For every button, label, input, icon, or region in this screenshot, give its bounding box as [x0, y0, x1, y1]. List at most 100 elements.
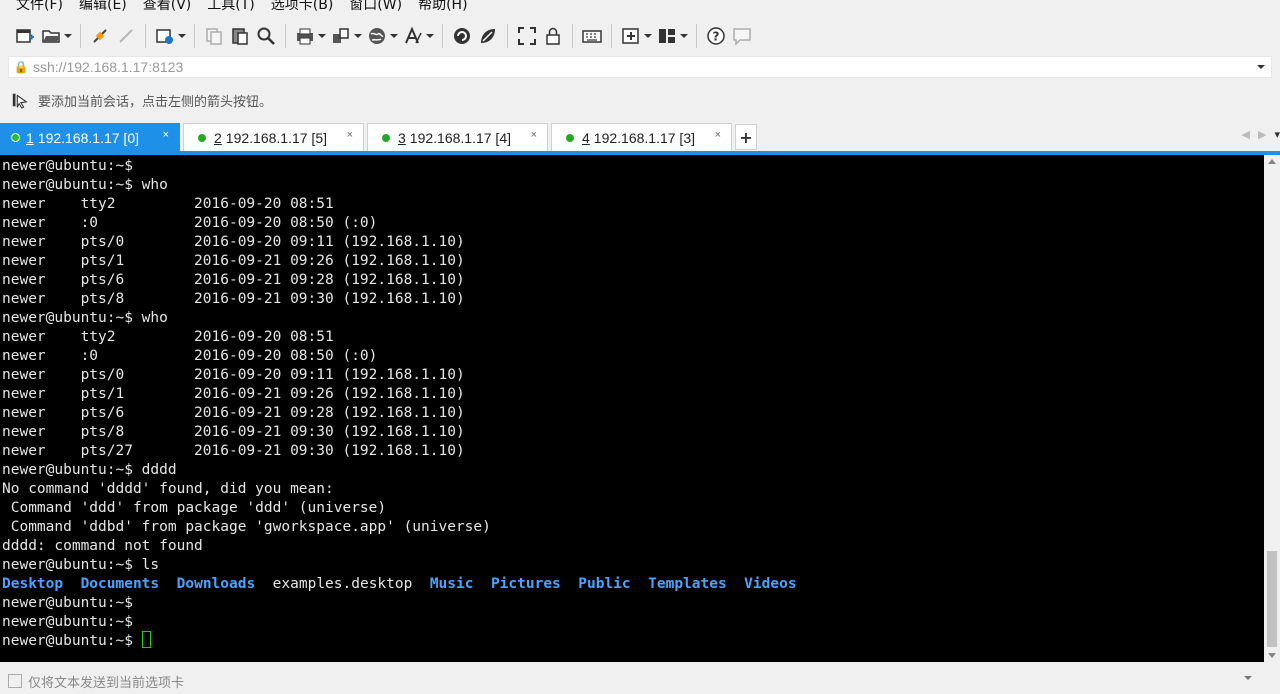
find-button[interactable] — [253, 23, 279, 49]
directory-entry: Downloads — [176, 576, 256, 592]
tab-scroll-left-icon[interactable]: ◀ — [1242, 128, 1250, 141]
connected-status-icon — [198, 133, 206, 142]
terminal-scrollbar[interactable] — [1264, 155, 1280, 662]
terminal-line: newer pts/8 2016-09-21 09:30 (192.168.1.… — [2, 424, 465, 440]
terminal-line: newer pts/0 2016-09-20 09:11 (192.168.1.… — [2, 367, 465, 383]
paste-icon — [232, 28, 248, 45]
add-session-arrow-icon[interactable] — [8, 90, 32, 110]
menu-item[interactable]: 工具(T) — [199, 0, 262, 13]
font-button[interactable] — [400, 23, 436, 49]
globe-button[interactable] — [364, 23, 400, 49]
toolbar-separator — [145, 24, 146, 48]
session-tabs: 1 192.168.1.17 [0] × 2 192.168.1.17 [5] × 3 192… — [0, 122, 1280, 152]
terminal-output[interactable]: newer@ubuntu:~$ newer@ubuntu:~$ who newer … — [0, 155, 1264, 662]
search-icon — [257, 27, 275, 45]
copy-icon — [206, 28, 222, 45]
print-button[interactable] — [292, 23, 328, 49]
transfer-icon — [333, 28, 349, 43]
layout-button[interactable] — [654, 23, 690, 49]
scroll-down-icon[interactable] — [1268, 653, 1276, 658]
help-button[interactable]: ? — [703, 23, 729, 49]
terminal-line: Command 'ddd' from package 'ddd' (univer… — [2, 500, 387, 516]
directory-entry: Videos — [744, 576, 797, 592]
menu-bar: 文件(F) 编辑(E) 查看(V) 工具(T) 选项卡(B) 窗口(W) 帮助(H) — [0, 0, 1280, 13]
scrollbar-thumb[interactable] — [1267, 551, 1277, 647]
fullscreen-button[interactable] — [514, 23, 540, 49]
disconnect-button[interactable] — [113, 23, 139, 49]
terminal-line: newer@ubuntu:~$ — [2, 595, 133, 611]
menu-item[interactable]: 编辑(E) — [71, 0, 135, 13]
close-tab-icon[interactable]: × — [715, 129, 721, 141]
help-icon: ? — [707, 27, 725, 45]
address-bar[interactable]: 🔒 ssh://192.168.1.17:8123 — [8, 56, 1272, 78]
keyboard-icon — [582, 30, 602, 43]
add-tab-button[interactable] — [618, 23, 654, 49]
paste-button[interactable] — [227, 23, 253, 49]
xftp-button[interactable] — [475, 23, 501, 49]
compose-dropdown-icon[interactable] — [1244, 676, 1252, 680]
folder-open-icon — [42, 30, 60, 43]
directory-entry: Pictures — [490, 576, 561, 592]
terminal-line: newer@ubuntu:~$ who — [2, 310, 168, 326]
session-tab[interactable]: 2 192.168.1.17 [5] × — [183, 123, 364, 151]
address-url[interactable]: ssh://192.168.1.17:8123 — [33, 59, 1251, 75]
terminal-line: newer pts/1 2016-09-21 09:26 (192.168.1.… — [2, 386, 465, 402]
tab-scroll-right-icon[interactable]: ▶ — [1258, 128, 1266, 141]
terminal-line: newer@ubuntu:~$ — [2, 614, 133, 630]
address-dropdown-button[interactable] — [1251, 57, 1271, 77]
session-tab[interactable]: 3 192.168.1.17 [4] × — [367, 123, 548, 151]
menu-item[interactable]: 帮助(H) — [410, 0, 475, 13]
toolbar: ? — [0, 16, 1280, 56]
new-session-icon — [16, 29, 34, 43]
chat-button[interactable] — [729, 23, 755, 49]
new-tab-button[interactable]: + — [735, 124, 757, 150]
terminal-prompt-line[interactable]: newer@ubuntu:~$ — [2, 631, 1264, 651]
font-icon — [405, 26, 422, 44]
session-tab[interactable]: 4 192.168.1.17 [3] × — [551, 123, 732, 151]
text-cursor — [141, 631, 151, 648]
toolbar-separator — [194, 24, 195, 48]
connected-status-icon — [382, 133, 390, 142]
terminal-line: newer pts/0 2016-09-20 09:11 (192.168.1.… — [2, 234, 465, 250]
directory-entry: Public — [578, 576, 631, 592]
terminal-line: newer :0 2016-09-20 08:50 (:0) — [2, 215, 378, 231]
terminal-line: newer pts/8 2016-09-21 09:30 (192.168.1.… — [2, 291, 465, 307]
menu-item[interactable]: 选项卡(B) — [263, 0, 342, 13]
copy-button[interactable] — [201, 23, 227, 49]
keyboard-button[interactable] — [579, 23, 605, 49]
terminal-line: newer@ubuntu:~$ ls — [2, 557, 160, 573]
session-tab[interactable]: 1 192.168.1.17 [0] × — [0, 123, 180, 151]
lock-button[interactable] — [540, 23, 566, 49]
tab-number: 3 — [398, 129, 406, 146]
new-session-button[interactable] — [12, 23, 38, 49]
directory-entry: Music — [429, 576, 474, 592]
scroll-up-icon[interactable] — [1268, 159, 1276, 164]
close-tab-icon[interactable]: × — [163, 129, 169, 141]
chat-icon — [733, 28, 751, 46]
open-session-button[interactable] — [38, 23, 74, 49]
leaf-icon — [481, 29, 495, 43]
menu-item[interactable]: 文件(F) — [0, 0, 71, 13]
tab-number: 1 — [26, 129, 34, 146]
properties-icon — [156, 29, 173, 44]
fullscreen-icon — [518, 27, 536, 45]
tab-list-dropdown-icon[interactable]: ▾ — [1274, 128, 1280, 141]
send-mode-icon[interactable] — [8, 674, 22, 688]
svg-text:?: ? — [713, 30, 720, 44]
connect-button[interactable] — [87, 23, 113, 49]
close-tab-icon[interactable]: × — [531, 129, 537, 141]
transfer-button[interactable] — [328, 23, 364, 49]
lock-icon: 🔒 — [13, 60, 29, 74]
close-tab-icon[interactable]: × — [347, 129, 353, 141]
tab-number: 2 — [214, 129, 222, 146]
toolbar-separator — [285, 24, 286, 48]
menu-item[interactable]: 查看(V) — [135, 0, 200, 13]
toolbar-separator — [696, 24, 697, 48]
terminal-line: newer tty2 2016-09-20 08:51 — [2, 329, 334, 345]
script-button[interactable] — [449, 23, 475, 49]
session-properties-button[interactable] — [152, 23, 188, 49]
connect-icon — [93, 29, 107, 43]
printer-icon — [297, 28, 313, 45]
menu-item[interactable]: 窗口(W) — [341, 0, 410, 13]
tab-label: 192.168.1.17 [0] — [37, 129, 139, 146]
